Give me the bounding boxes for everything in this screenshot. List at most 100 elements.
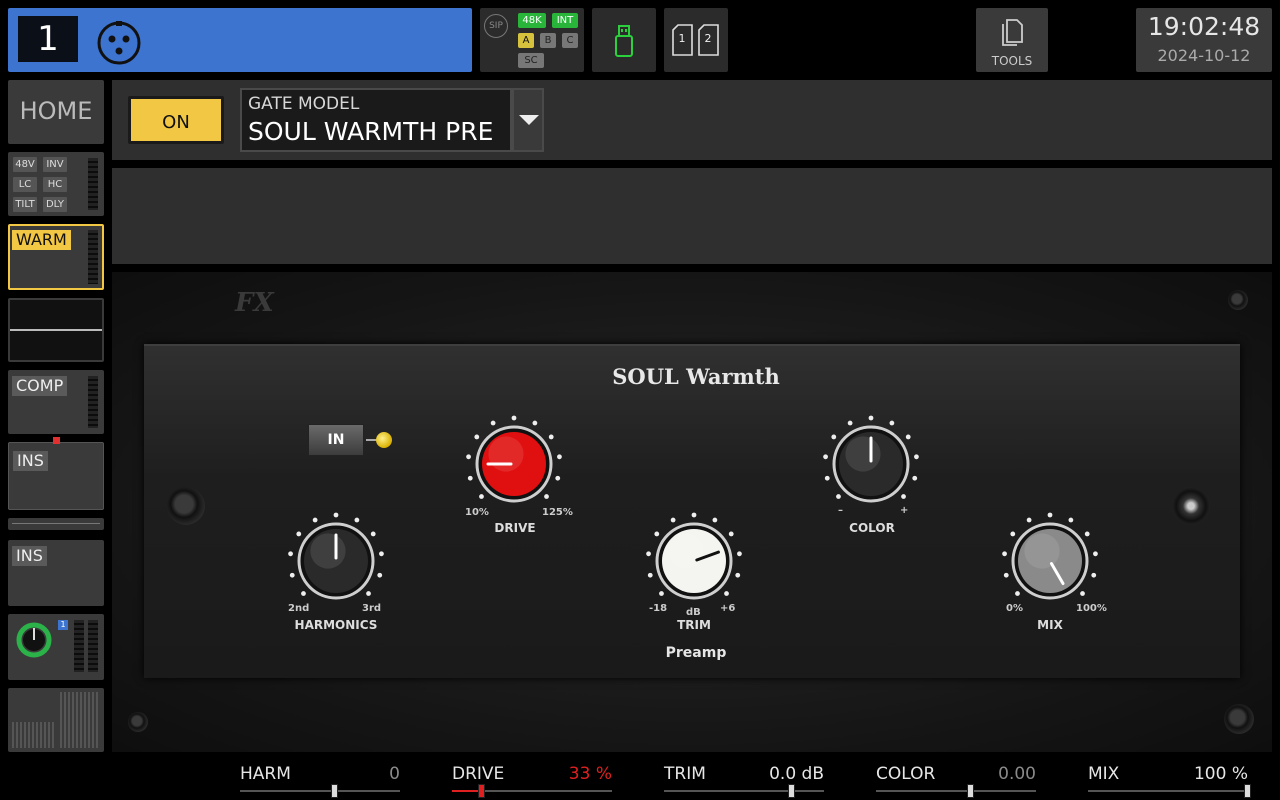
- param-harm-thumb[interactable]: [331, 784, 338, 798]
- harmonics-min-label: 2nd: [288, 603, 310, 614]
- insert-2-block[interactable]: INS: [8, 540, 104, 606]
- model-dropdown-button[interactable]: [512, 88, 544, 152]
- fader-strip[interactable]: [8, 518, 104, 530]
- send-block[interactable]: 1: [8, 614, 104, 680]
- sip-icon: SIP: [484, 14, 508, 38]
- send-badge: 1: [58, 620, 68, 630]
- trim-label: TRIM: [677, 618, 711, 632]
- warm-meter: [88, 230, 98, 284]
- output-meter-a: [12, 722, 56, 748]
- mix-label: MIX: [1037, 618, 1063, 632]
- gate-curve: [10, 329, 102, 331]
- trim-unit-label: dB: [686, 607, 701, 618]
- comp-block[interactable]: COMP: [8, 370, 104, 434]
- input-options-block[interactable]: 48V INV LC HC TILT DLY: [8, 152, 104, 216]
- home-label: HOME: [19, 97, 93, 125]
- preamp-section-label: Preamp: [665, 645, 727, 661]
- screw-top-right: [1228, 290, 1248, 310]
- low-cut-badge: LC: [13, 177, 37, 192]
- send-meter-l: [74, 620, 84, 672]
- in-led-indicator: [376, 432, 392, 448]
- param-color-name: COLOR: [876, 764, 936, 784]
- trim-max-label: +6: [720, 603, 736, 614]
- color-label: COLOR: [849, 521, 895, 535]
- status-c-badge: C: [562, 33, 578, 48]
- screw-bottom-right: [1224, 704, 1254, 734]
- fader-line: [12, 523, 100, 524]
- color-max-label: +: [900, 505, 909, 516]
- mount-hole-right: [1172, 487, 1210, 525]
- screw-bottom-left: [128, 712, 148, 732]
- sd-cards-button[interactable]: 1 2: [664, 8, 728, 72]
- plugin-title: SOUL Warmth: [612, 364, 780, 389]
- clock-time: 19:02:48: [1147, 12, 1261, 41]
- usb-storage-button[interactable]: [592, 8, 656, 72]
- invert-badge: INV: [43, 157, 67, 172]
- param-trim-thumb[interactable]: [787, 784, 795, 798]
- warm-block[interactable]: WARM: [8, 224, 104, 290]
- high-cut-badge: HC: [43, 177, 67, 192]
- comp-label: COMP: [12, 376, 68, 396]
- mix-max-label: 100%: [1076, 603, 1107, 614]
- input-meter: [88, 158, 98, 210]
- output-meter-b: [60, 692, 100, 748]
- channel-number[interactable]: 1: [18, 16, 78, 62]
- home-button[interactable]: HOME: [8, 80, 104, 144]
- harmonics-max-label: 3rd: [362, 603, 382, 614]
- chevron-down-icon: [519, 115, 539, 125]
- model-label: GATE MODEL: [248, 94, 360, 114]
- card-1-label: 1: [678, 32, 686, 45]
- sample-rate-badge: 48K: [518, 13, 546, 28]
- param-drive-thumb[interactable]: [478, 784, 485, 798]
- delay-badge: DLY: [43, 197, 67, 212]
- trim-min-label: -18: [649, 603, 668, 614]
- param-color-value: 0.00: [998, 764, 1036, 784]
- in-toggle-button[interactable]: IN: [308, 424, 364, 456]
- drive-label: DRIVE: [494, 521, 536, 535]
- param-trim-slider[interactable]: [664, 790, 824, 792]
- info-bar: [112, 168, 1272, 264]
- insert-marker: [53, 437, 60, 444]
- comp-meter: [88, 376, 98, 428]
- param-color-thumb[interactable]: [967, 784, 974, 798]
- sidechain-badge: SC: [518, 53, 544, 68]
- model-value: SOUL WARMTH PRE: [248, 117, 494, 146]
- output-block[interactable]: [8, 688, 104, 752]
- mount-hole-left: [167, 487, 205, 525]
- param-harm-name: HARM: [240, 764, 291, 784]
- harmonics-label: HARMONICS: [294, 618, 378, 632]
- param-drive-name: DRIVE: [452, 764, 505, 784]
- pan-knob-icon: [16, 622, 52, 658]
- param-mix-slider[interactable]: [1088, 790, 1248, 792]
- tools-label: TOOLS: [991, 54, 1033, 68]
- param-drive-value: 33 %: [568, 764, 612, 784]
- insert-1-label: INS: [13, 451, 48, 471]
- warm-label: WARM: [12, 230, 71, 250]
- param-mix-thumb[interactable]: [1244, 784, 1251, 798]
- param-mix-value: 100 %: [1193, 764, 1248, 784]
- insert-1-block[interactable]: INS: [8, 437, 104, 510]
- color-min-label: –: [838, 505, 843, 516]
- fx-logo: FX: [235, 288, 274, 318]
- documents-icon: [1002, 19, 1023, 46]
- xlr-input-icon: [97, 21, 141, 65]
- param-trim-name: TRIM: [664, 764, 706, 784]
- card-2-label: 2: [704, 32, 712, 45]
- gate-block[interactable]: [8, 298, 104, 362]
- param-harm-slider[interactable]: [240, 790, 400, 792]
- param-color-slider[interactable]: [876, 790, 1036, 792]
- status-b-badge: B: [540, 33, 556, 48]
- send-meter-r: [88, 620, 98, 672]
- param-harm-value: 0: [389, 764, 400, 784]
- clock-date: 2024-10-12: [1157, 46, 1251, 65]
- phantom-48v-badge: 48V: [13, 157, 37, 172]
- drive-max-label: 125%: [542, 507, 573, 518]
- clock-source-badge: INT: [552, 13, 578, 28]
- on-toggle-button[interactable]: ON: [128, 96, 224, 144]
- param-trim-value: 0.0 dB: [769, 764, 824, 784]
- status-a-badge: A: [518, 33, 534, 48]
- param-mix-name: MIX: [1088, 764, 1120, 784]
- insert-2-label: INS: [12, 546, 47, 566]
- status-panel[interactable]: SIP 48K INT A B C SC: [480, 8, 584, 72]
- mix-min-label: 0%: [1006, 603, 1023, 614]
